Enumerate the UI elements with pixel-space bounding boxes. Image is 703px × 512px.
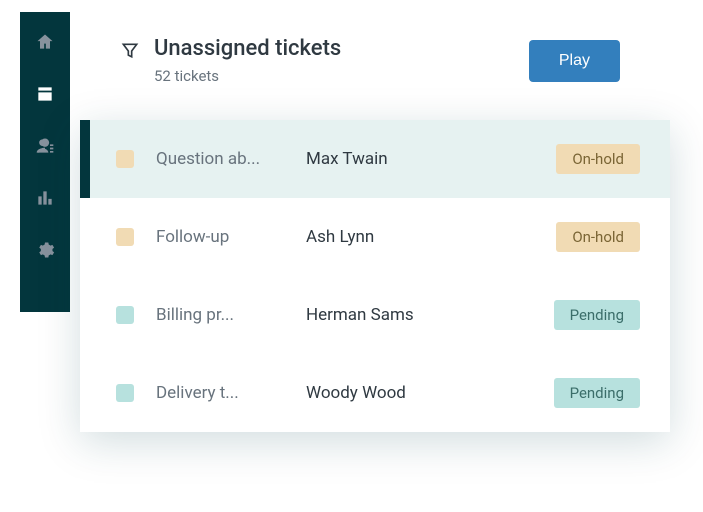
row-indicator bbox=[80, 198, 90, 276]
ticket-requester: Ash Lynn bbox=[306, 227, 486, 247]
chart-icon bbox=[35, 188, 55, 208]
status-badge: Pending bbox=[554, 378, 640, 408]
page-title: Unassigned tickets bbox=[154, 36, 341, 61]
inbox-icon bbox=[35, 84, 55, 104]
status-badge: Pending bbox=[554, 300, 640, 330]
sidebar-item-home[interactable] bbox=[33, 30, 57, 54]
ticket-title: Billing pr... bbox=[156, 305, 306, 325]
row-indicator bbox=[80, 354, 90, 432]
ticket-checkbox[interactable] bbox=[116, 384, 134, 402]
sidebar-item-inbox[interactable] bbox=[33, 82, 57, 106]
filter-icon[interactable] bbox=[120, 40, 140, 60]
ticket-row[interactable]: Follow-up Ash Lynn On-hold bbox=[80, 198, 670, 276]
ticket-requester: Max Twain bbox=[306, 149, 486, 169]
user-icon bbox=[35, 136, 55, 156]
gear-icon bbox=[35, 240, 55, 260]
ticket-row[interactable]: Delivery t... Woody Wood Pending bbox=[80, 354, 670, 432]
ticket-title: Follow-up bbox=[156, 227, 306, 247]
status-badge: On-hold bbox=[556, 144, 640, 174]
ticket-requester: Herman Sams bbox=[306, 305, 486, 325]
header-panel: Unassigned tickets 52 tickets Play bbox=[70, 12, 650, 122]
play-button[interactable]: Play bbox=[529, 40, 620, 82]
sidebar-item-settings[interactable] bbox=[33, 238, 57, 262]
ticket-title: Delivery t... bbox=[156, 383, 306, 403]
row-indicator bbox=[80, 120, 90, 198]
ticket-checkbox[interactable] bbox=[116, 228, 134, 246]
status-badge: On-hold bbox=[556, 222, 640, 252]
title-block: Unassigned tickets 52 tickets bbox=[154, 36, 341, 85]
sidebar bbox=[20, 12, 70, 312]
ticket-checkbox[interactable] bbox=[116, 306, 134, 324]
row-indicator bbox=[80, 276, 90, 354]
home-icon bbox=[35, 32, 55, 52]
ticket-row[interactable]: Billing pr... Herman Sams Pending bbox=[80, 276, 670, 354]
ticket-title: Question ab... bbox=[156, 149, 306, 169]
tickets-panel: Question ab... Max Twain On-hold Follow-… bbox=[80, 120, 670, 432]
sidebar-item-reports[interactable] bbox=[33, 186, 57, 210]
header-left: Unassigned tickets 52 tickets bbox=[120, 36, 341, 85]
ticket-requester: Woody Wood bbox=[306, 383, 486, 403]
sidebar-item-users[interactable] bbox=[33, 134, 57, 158]
ticket-row[interactable]: Question ab... Max Twain On-hold bbox=[80, 120, 670, 198]
ticket-count: 52 tickets bbox=[154, 67, 341, 85]
ticket-checkbox[interactable] bbox=[116, 150, 134, 168]
